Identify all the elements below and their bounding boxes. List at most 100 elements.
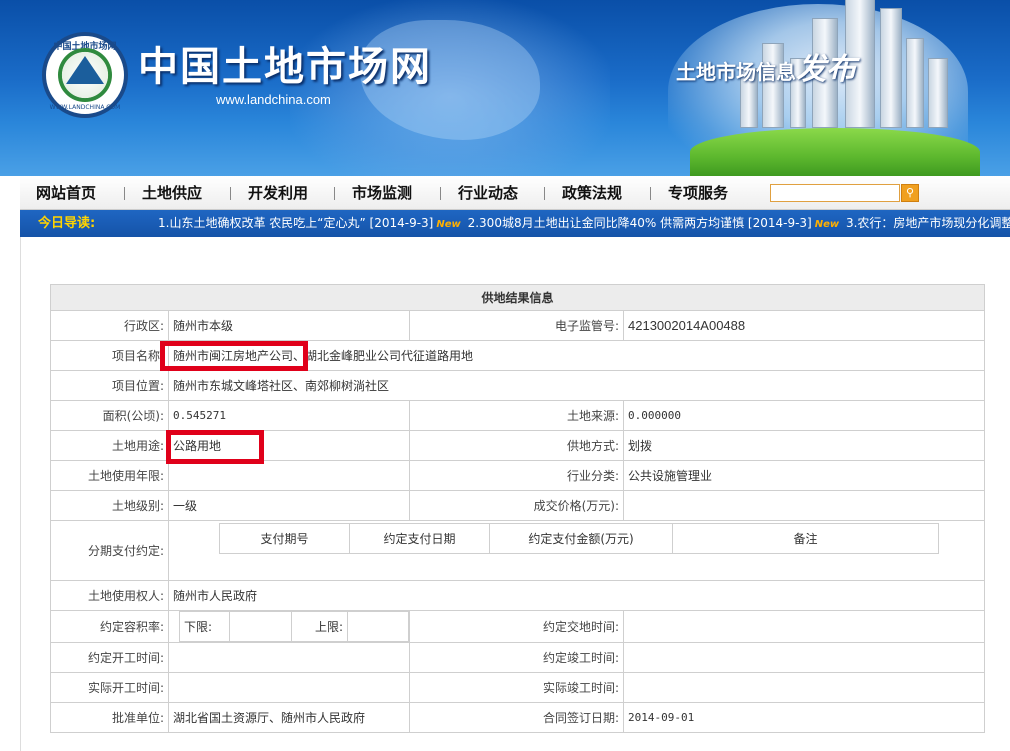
search-button[interactable]: ⚲ [901,184,919,202]
slogan-big: 发布 [796,52,856,87]
area-value: 0.545271 [168,400,410,431]
nav-market-monitor[interactable]: 市场监测 [352,176,412,210]
table-row: 土地使用年限: 行业分类: 公共设施管理业 [50,460,985,491]
site-banner: 中国土地市场网 WWW.LANDCHINA.COM 中国土地市场网 www.la… [0,0,1010,176]
nav-development[interactable]: 开发利用 [248,176,308,210]
ticker-item-link[interactable]: 2.300城8月土地出让金同比降40% 供需两方均谨慎 [468,216,744,230]
far-table: 下限: 上限: [179,611,409,642]
ticker-item-link[interactable]: 1.山东土地确权改革 农民吃上“定心丸” [158,216,366,230]
project-location-label: 项目位置: [50,370,169,401]
table-row: 批准单位: 湖北省国土资源厅、随州市人民政府 合同签订日期: 2014-09-0… [50,702,985,733]
land-source-label: 土地来源: [409,400,624,431]
table-row: 实际开工时间: 实际竣工时间: [50,672,985,703]
installment-col-period: 支付期号 [219,523,350,554]
delivery-time-value [623,610,985,643]
table-row: 约定开工时间: 约定竣工时间: [50,642,985,673]
district-label: 行政区: [50,310,169,341]
use-term-label: 土地使用年限: [50,460,169,491]
building-graphic [906,38,924,128]
nav-divider [124,187,125,200]
installment-col-note: 备注 [672,523,939,554]
complete-agreed-label: 约定竣工时间: [409,642,624,673]
area-label: 面积(公顷): [50,400,169,431]
approval-unit-label: 批准单位: [50,702,169,733]
table-row: 行政区: 随州市本级 电子监管号: 4213002014A00488 [50,310,985,341]
delivery-time-label: 约定交地时间: [409,610,624,643]
ticker-content: 1.山东土地确权改革 农民吃上“定心丸” [2014-9-3] New 2.300… [158,210,1010,237]
nav-industry-news[interactable]: 行业动态 [458,176,518,210]
nav-land-supply[interactable]: 土地供应 [142,176,202,210]
new-badge: New [436,219,461,230]
installment-label: 分期支付约定: [50,520,169,581]
land-grade-label: 土地级别: [50,490,169,521]
contract-date-label: 合同签订日期: [409,702,624,733]
far-cell: 下限: 上限: [168,610,410,643]
price-value [623,490,985,521]
industry-label: 行业分类: [409,460,624,491]
complete-agreed-value [623,642,985,673]
logo-url: WWW.LANDCHINA.COM [49,104,121,111]
news-ticker: 今日导读: 1.山东土地确权改革 农民吃上“定心丸” [2014-9-3] New… [20,210,1010,237]
nav-policy[interactable]: 政策法规 [562,176,622,210]
highlight-box-project-name [160,341,308,371]
search-icon: ⚲ [905,186,915,199]
land-grade-value: 一级 [168,490,410,521]
industry-value: 公共设施管理业 [623,460,985,491]
site-url: www.landchina.com [216,92,331,107]
highlight-box-land-use [166,430,264,464]
grass-graphic [690,128,980,176]
nav-divider [230,187,231,200]
ticker-item-date: [2014-9-3] [747,216,812,230]
start-agreed-value [168,642,410,673]
nav-home[interactable]: 网站首页 [36,176,96,210]
complete-actual-label: 实际竣工时间: [409,672,624,703]
nav-divider [650,187,651,200]
site-logo[interactable]: 中国土地市场网 WWW.LANDCHINA.COM [42,32,128,118]
far-upper-value [347,611,409,642]
far-label: 约定容积率: [50,610,169,643]
nav-special-services[interactable]: 专项服务 [668,176,728,210]
land-user-label: 土地使用权人: [50,580,169,611]
ticker-label: 今日导读: [38,216,96,231]
table-row: 分期支付约定: 支付期号 约定支付日期 约定支付金额(万元) 备注 [50,520,985,581]
installment-table: 支付期号 约定支付日期 约定支付金额(万元) 备注 [219,523,939,554]
banner-slogan: 土地市场信息发布 [676,44,856,88]
building-graphic [880,8,902,128]
supply-method-value: 划拨 [623,430,985,461]
slogan-prefix: 土地市场信息 [676,60,796,84]
ticker-item-date: [2014-9-3] [369,216,434,230]
nav-divider [544,187,545,200]
ticker-item-link[interactable]: 3.农行：房地产市场现分化调整 [846,216,1010,230]
far-lower-label: 下限: [179,611,230,642]
start-actual-label: 实际开工时间: [50,672,169,703]
supply-method-label: 供地方式: [409,430,624,461]
site-title: 中国土地市场网 [138,43,432,90]
contract-date-value: 2014-09-01 [623,702,985,733]
installment-col-date: 约定支付日期 [349,523,490,554]
complete-actual-value [623,672,985,703]
building-graphic [928,58,948,128]
installment-col-amount: 约定支付金额(万元) [489,523,673,554]
district-value: 随州市本级 [168,310,410,341]
land-user-value: 随州市人民政府 [168,580,985,611]
search-input[interactable] [770,184,900,202]
supervision-no-label: 电子监管号: [409,310,624,341]
nav-divider [440,187,441,200]
main-nav: 网站首页 土地供应 开发利用 市场监测 行业动态 政策法规 专项服务 ⚲ [20,176,1010,210]
far-lower-value [229,611,292,642]
approval-unit-value: 湖北省国土资源厅、随州市人民政府 [168,702,410,733]
table-row: 项目位置: 随州市东城文峰塔社区、南郊柳树淌社区 [50,370,985,401]
table-title: 供地结果信息 [50,284,985,311]
table-row: 面积(公顷): 0.545271 土地来源: 0.000000 [50,400,985,431]
project-name-label: 项目名称: [50,340,169,371]
use-term-value [168,460,410,491]
far-upper-label: 上限: [291,611,348,642]
project-location-value: 随州市东城文峰塔社区、南郊柳树淌社区 [168,370,985,401]
installment-cell: 支付期号 约定支付日期 约定支付金额(万元) 备注 [168,520,985,581]
land-source-value: 0.000000 [623,400,985,431]
supervision-no-value: 4213002014A00488 [623,310,985,341]
table-row: 约定容积率: 下限: 上限: 约定交地时间: [50,610,985,643]
land-use-label: 土地用途: [50,430,169,461]
start-actual-value [168,672,410,703]
new-badge: New [814,219,840,230]
